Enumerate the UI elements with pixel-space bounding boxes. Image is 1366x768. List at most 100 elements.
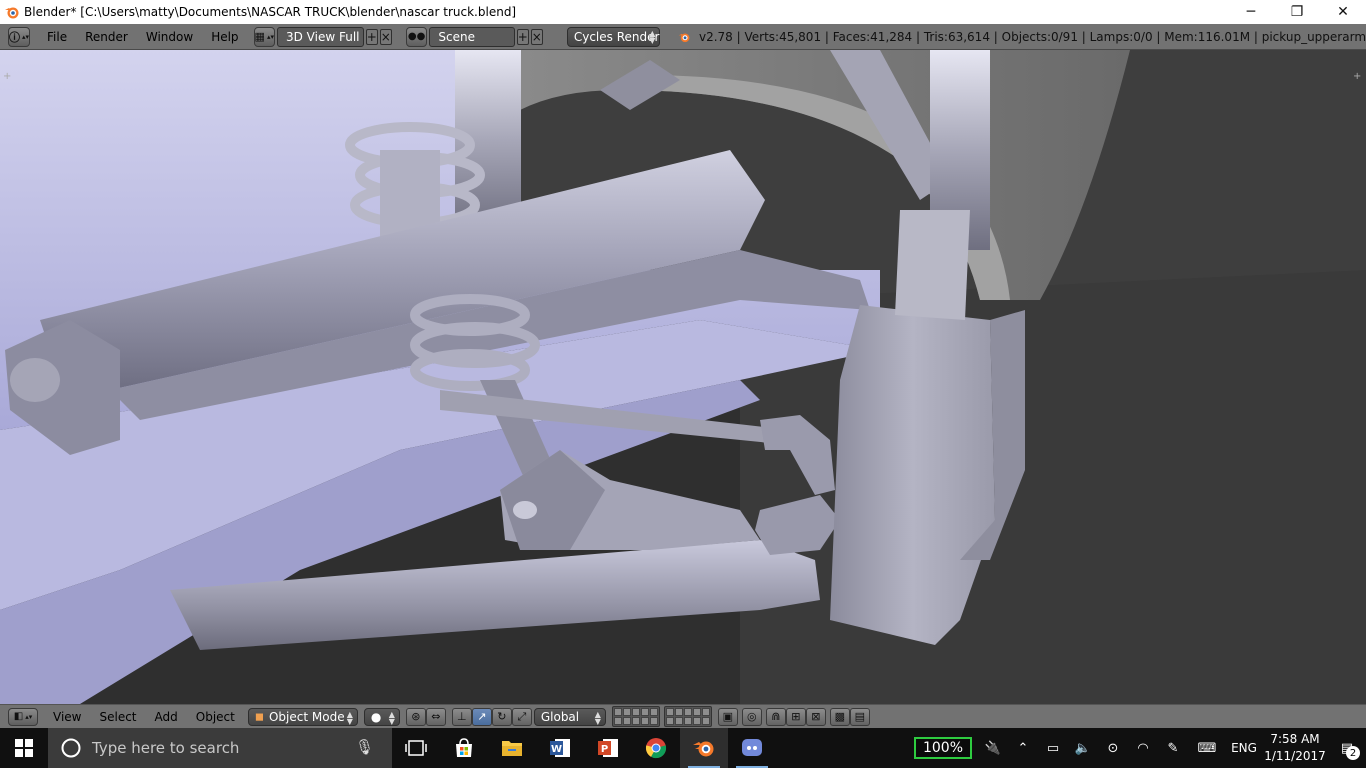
touch-keyboard-icon[interactable]: ⌨ [1188, 728, 1226, 768]
manipulator-toggle-icon[interactable]: ⇔ [425, 707, 446, 726]
minimize-button[interactable]: ─ [1228, 0, 1274, 24]
volume-icon[interactable]: 🔈 [1068, 728, 1098, 768]
power-plug-icon[interactable]: 🔌 [978, 728, 1008, 768]
viewport-shading-select[interactable]: ● ▲ ▼ [363, 707, 400, 726]
axis-manipulator-icon[interactable]: ⊥ [451, 707, 472, 726]
steam-icon[interactable]: ⊙ [1098, 728, 1128, 768]
cortana-circle-icon [61, 738, 81, 758]
translate-manipulator-icon[interactable]: ↗ [471, 707, 492, 726]
battery-icon[interactable]: ▭ [1038, 728, 1068, 768]
remove-screen-icon[interactable]: × [379, 28, 392, 45]
file-explorer-button[interactable] [488, 728, 536, 768]
updown-arrows-icon: ▴▾ [22, 32, 30, 41]
remove-scene-icon[interactable]: × [530, 28, 543, 45]
proportional-editing-icon[interactable]: ◎ [741, 707, 762, 726]
rotate-manipulator-icon[interactable]: ↻ [491, 707, 512, 726]
add-scene-icon[interactable]: + [516, 28, 529, 45]
windows-logo-icon [15, 739, 33, 757]
start-button[interactable] [0, 728, 48, 768]
pen-workspace-icon[interactable]: ✎ [1158, 728, 1188, 768]
powerpoint-icon: P [598, 739, 618, 757]
render-engine-label: Cycles Render [573, 29, 660, 44]
store-icon [456, 738, 472, 757]
transform-orientation-label: Global [540, 709, 580, 724]
menu-window[interactable]: Window [137, 27, 202, 47]
scale-manipulator-icon[interactable]: ⤢ [511, 707, 532, 726]
windows-taskbar: Type here to search 🎙 W P 100% 🔌 ⌃ ▭ 🔈 ⊙… [0, 728, 1366, 768]
solid-shading-icon: ● [370, 709, 382, 724]
snap-element-icon[interactable]: ⊞ [785, 707, 806, 726]
object-mode-icon: ◼ [254, 710, 264, 723]
discord-icon [742, 739, 762, 756]
interaction-mode-label: Object Mode [268, 709, 345, 724]
toolshelf-expand-icon[interactable]: + [3, 72, 13, 82]
show-hidden-icons-chevron-icon[interactable]: ⌃ [1008, 728, 1038, 768]
chrome-app-button[interactable] [632, 728, 680, 768]
3d-view-header: ◧ ▴▾ View Select Add Object ◼ Object Mode… [0, 704, 1366, 728]
scene-browse-button[interactable]: ●● [405, 26, 428, 47]
scene-icon: ●● [407, 31, 426, 42]
input-language[interactable]: ENG [1226, 728, 1262, 768]
notification-count-badge: 2 [1346, 746, 1360, 760]
3d-viewport[interactable]: + + [0, 50, 1366, 704]
task-view-button[interactable] [392, 728, 440, 768]
properties-expand-icon[interactable]: + [1353, 72, 1363, 82]
system-tray: 100% 🔌 ⌃ ▭ 🔈 ⊙ ◠ ✎ ⌨ ENG 7:58 AM 1/11/20… [908, 728, 1366, 768]
store-app-button[interactable] [440, 728, 488, 768]
menu-object[interactable]: Object [187, 707, 244, 727]
blender-logo-icon [693, 741, 714, 757]
opengl-animation-icon[interactable]: ▤ [849, 707, 870, 726]
info-header: ⓘ ▴▾ File Render Window Help ▦ ▴▾ 3D View … [0, 24, 1366, 50]
menu-select[interactable]: Select [90, 707, 145, 727]
menu-view[interactable]: View [44, 707, 90, 727]
cube-view-icon: ◧ [13, 711, 24, 722]
scene-layers-group1[interactable] [611, 706, 660, 727]
battery-percent-badge[interactable]: 100% [914, 737, 972, 759]
add-screen-icon[interactable]: + [365, 28, 378, 45]
search-placeholder: Type here to search [92, 739, 240, 757]
discord-app-button[interactable] [728, 728, 776, 768]
task-view-icon [405, 740, 427, 756]
taskbar-search-box[interactable]: Type here to search 🎙 [48, 728, 392, 768]
scene-field[interactable]: Scene [429, 26, 515, 47]
menu-file[interactable]: File [38, 27, 76, 47]
opengl-render-icon[interactable]: ▩ [829, 707, 850, 726]
screen-layout-field[interactable]: 3D View Full [276, 26, 364, 47]
blender-window: Blender* [C:\Users\matty\Documents\NASCA… [0, 0, 1366, 768]
folder-icon [502, 741, 522, 756]
editor-type-button[interactable]: ⓘ ▴▾ [8, 26, 31, 47]
svg-text:W: W [551, 744, 562, 755]
editor-type-button[interactable]: ◧ ▴▾ [8, 707, 38, 726]
screen-layout-browse-button[interactable]: ▦ ▴▾ [253, 26, 275, 47]
render-engine-select[interactable]: Cycles Render ▲ ▼ [566, 26, 661, 47]
window-title: Blender* [C:\Users\matty\Documents\NASCA… [24, 5, 517, 19]
microphone-icon[interactable]: 🎙 [355, 738, 374, 756]
window-titlebar[interactable]: Blender* [C:\Users\matty\Documents\NASCA… [0, 0, 1366, 24]
snap-target-icon[interactable]: ⊠ [805, 707, 826, 726]
updown-arrows-icon: ▲ ▼ [649, 28, 656, 45]
layout-grid-icon: ▦ [254, 30, 265, 43]
word-app-button[interactable]: W [536, 728, 584, 768]
menu-add[interactable]: Add [146, 707, 187, 727]
chrome-icon [645, 738, 667, 759]
interaction-mode-select[interactable]: ◼ Object Mode ▲ ▼ [247, 707, 358, 726]
taskbar-clock[interactable]: 7:58 AM 1/11/2017 [1262, 731, 1328, 765]
truck-suspension-render [0, 50, 1366, 704]
menu-help[interactable]: Help [202, 27, 247, 47]
svg-text:P: P [601, 744, 608, 755]
word-icon: W [550, 739, 570, 757]
clock-date: 1/11/2017 [1264, 749, 1326, 763]
wifi-icon[interactable]: ◠ [1128, 728, 1158, 768]
pivot-point-icon[interactable]: ⊛ [405, 707, 426, 726]
menu-render[interactable]: Render [76, 27, 137, 47]
action-center-button[interactable]: ▤ 2 [1328, 728, 1366, 768]
blender-app-button[interactable] [680, 728, 728, 768]
lock-camera-icon[interactable]: ▣ [717, 707, 738, 726]
clock-time: 7:58 AM [1270, 732, 1320, 746]
powerpoint-app-button[interactable]: P [584, 728, 632, 768]
restore-button[interactable]: ❐ [1274, 0, 1320, 24]
scene-layers-group2[interactable] [663, 706, 712, 727]
close-button[interactable]: ✕ [1320, 0, 1366, 24]
snap-toggle-icon[interactable]: ⋒ [765, 707, 786, 726]
transform-orientation-select[interactable]: Global ▲ ▼ [533, 707, 606, 726]
